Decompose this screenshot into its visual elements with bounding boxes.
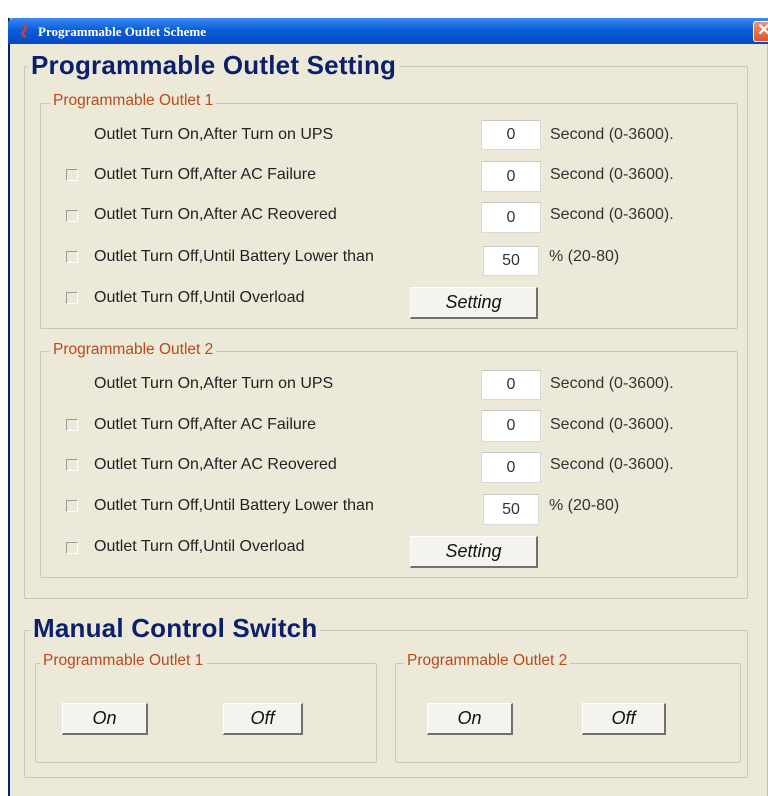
outlet2-battery-checkbox[interactable] [66,500,78,512]
manual-outlet1-title: Programmable Outlet 1 [40,652,207,670]
outlet2-acfail-unit: Second (0-3600). [550,416,674,433]
outlet2-acfail-checkbox[interactable] [66,419,78,431]
outlet1-battery-label: Outlet Turn Off,Until Battery Lower than [94,248,374,265]
outlet2-overload-checkbox[interactable] [66,542,78,554]
outlet1-acfail-input[interactable] [481,161,541,192]
manual-outlet2-title: Programmable Outlet 2 [404,652,571,670]
outlet1-turnon-ups-input[interactable] [481,120,541,150]
outlet2-overload-setting-button[interactable]: Setting [410,536,538,568]
outlet2-overload-label: Outlet Turn Off,Until Overload [94,538,305,555]
outlet2-battery-input[interactable] [483,494,539,525]
manual-control-title: Manual Control Switch [30,613,321,644]
outlet1-battery-input[interactable] [483,246,539,276]
outlet1-acrecover-input[interactable] [481,202,541,233]
outlet1-title: Programmable Outlet 1 [50,92,217,110]
outlet1-acfail-label: Outlet Turn Off,After AC Failure [94,166,317,183]
manual-outlet1-off-button[interactable]: Off [223,703,303,735]
outlet2-acfail-input[interactable] [481,410,541,442]
outlet1-acfail-unit: Second (0-3600). [550,166,674,183]
outlet1-turnon-ups-label: Outlet Turn On,After Turn on UPS [94,126,334,143]
outlet2-acfail-label: Outlet Turn Off,After AC Failure [94,416,317,433]
outlet2-acrecover-input[interactable] [481,452,541,483]
outlet1-acrecover-checkbox[interactable] [66,210,78,222]
app-icon [21,24,27,38]
outlet2-title: Programmable Outlet 2 [50,341,217,359]
outlet2-acrecover-unit: Second (0-3600). [550,456,674,473]
outlet2-acrecover-checkbox[interactable] [66,459,78,471]
outlet2-turnon-ups-input[interactable] [481,370,541,400]
window-title: Programmable Outlet Scheme [38,24,206,39]
close-icon[interactable]: ✕ [753,21,768,42]
outlet1-overload-label: Outlet Turn Off,Until Overload [94,289,305,306]
outlet2-battery-unit: % (20-80) [549,497,620,514]
outlet1-overload-setting-button[interactable]: Setting [410,287,538,319]
outlet2-turnon-ups-label: Outlet Turn On,After Turn on UPS [94,375,334,392]
manual-outlet2-on-button[interactable]: On [427,703,513,735]
outlet1-acrecover-label: Outlet Turn On,After AC Reovered [94,206,337,223]
outlet2-battery-label: Outlet Turn Off,Until Battery Lower than [94,497,374,514]
outlet-setting-title: Programmable Outlet Setting [28,50,400,81]
outlet2-acrecover-label: Outlet Turn On,After AC Reovered [94,456,337,473]
outlet1-turnon-ups-unit: Second (0-3600). [550,126,674,143]
title-bar[interactable]: Programmable Outlet Scheme ✕ [8,18,768,44]
outlet1-overload-checkbox[interactable] [66,292,78,304]
outlet1-battery-checkbox[interactable] [66,251,78,263]
outlet2-turnon-ups-unit: Second (0-3600). [550,375,674,392]
outlet1-acrecover-unit: Second (0-3600). [550,206,674,223]
manual-outlet1-on-button[interactable]: On [62,703,148,735]
outlet1-battery-unit: % (20-80) [549,248,620,265]
outlet1-acfail-checkbox[interactable] [66,169,78,181]
manual-outlet2-off-button[interactable]: Off [582,703,666,735]
